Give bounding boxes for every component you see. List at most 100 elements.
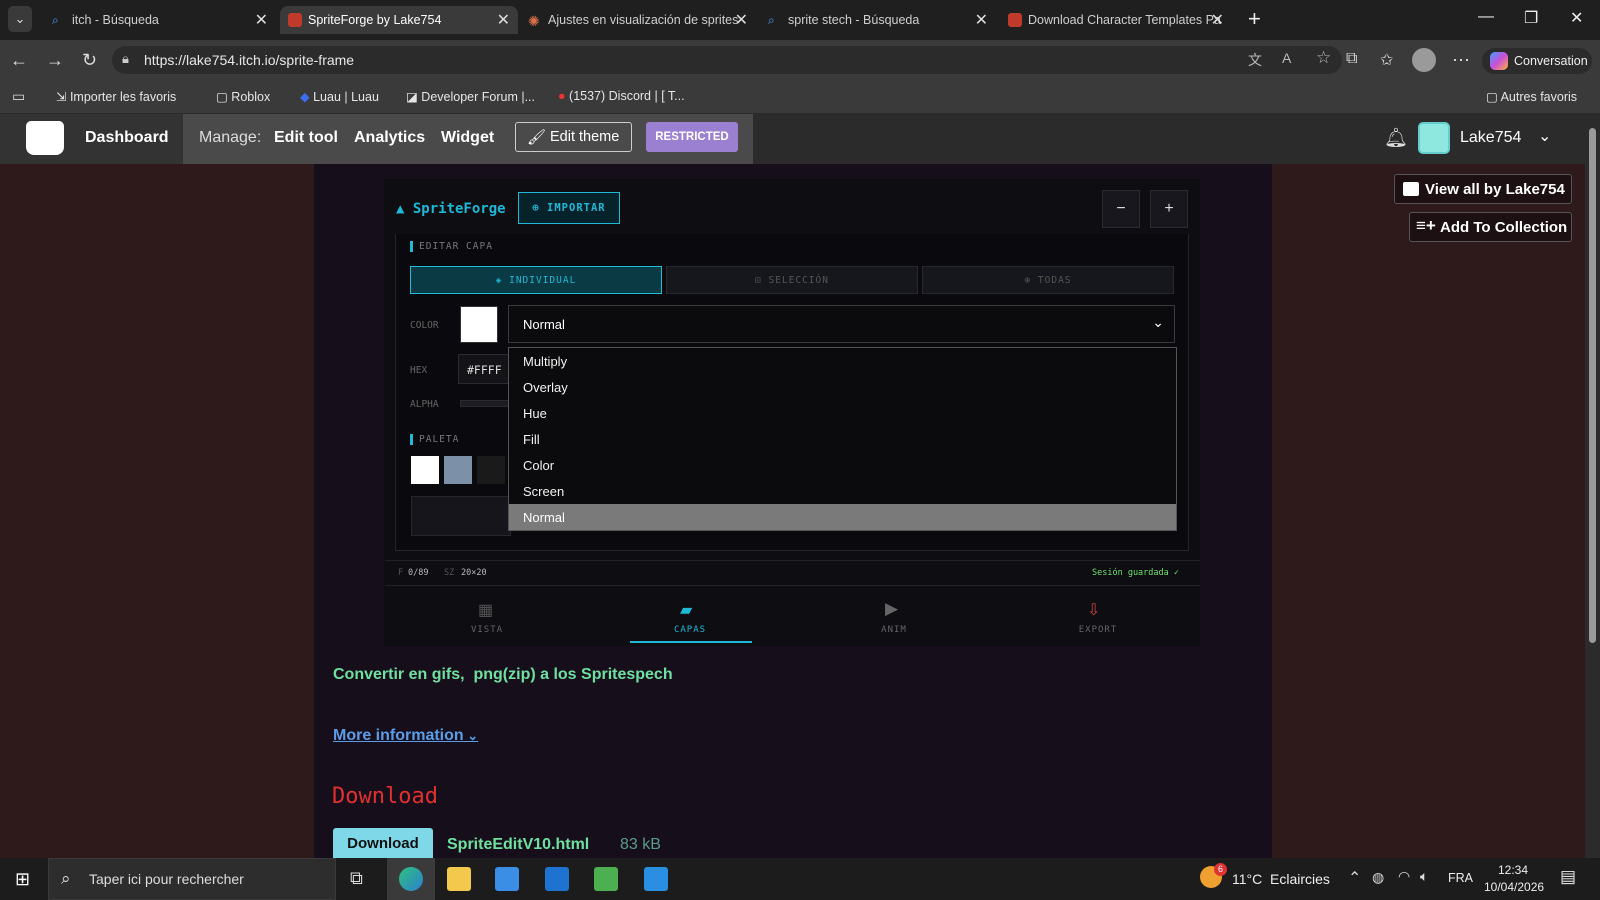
new-tab-plus-icon[interactable]: +	[1248, 6, 1261, 32]
tab-vista[interactable]: VISTA	[437, 625, 537, 635]
hex-input[interactable]: #FFFF	[458, 354, 510, 384]
url-field[interactable]: 🔒︎ https://lake754.itch.io/sprite-frame …	[112, 46, 1342, 74]
tab-view-icon[interactable]: ▭	[12, 88, 25, 105]
palette-action-button[interactable]	[411, 496, 511, 536]
minecraft-icon[interactable]	[594, 867, 618, 891]
notification-center-icon[interactable]: ▤	[1560, 867, 1576, 887]
more-menu-icon[interactable]: ⋯	[1452, 50, 1470, 71]
close-tab-icon[interactable]: ✕	[1211, 10, 1224, 30]
tab-export[interactable]: EXPORT	[1048, 625, 1148, 635]
tab-capas[interactable]: CAPAS	[640, 625, 740, 635]
url-text: https://lake754.itch.io/sprite-frame	[144, 52, 355, 68]
copilot-conversation-button[interactable]: Conversation	[1482, 48, 1592, 74]
itch-logo-icon[interactable]	[26, 121, 64, 155]
view-all-button[interactable]: View all by Lake754	[1394, 174, 1572, 204]
bookmark-devforum[interactable]: ◪ Developer Forum |...	[406, 89, 535, 104]
itch-dashboard-bar: Dashboard Manage: Edit tool Analytics Wi…	[0, 114, 1600, 164]
restore-icon[interactable]: ❐	[1524, 8, 1538, 28]
close-window-icon[interactable]: ✕	[1570, 8, 1583, 28]
close-tab-icon[interactable]: ✕	[497, 10, 510, 30]
bookmark-other-favorites[interactable]: ▢ Autres favoris	[1486, 89, 1577, 104]
file-explorer-icon[interactable]	[447, 867, 471, 891]
blend-mode-select[interactable]: Normal ⌄	[508, 305, 1175, 343]
more-information-link[interactable]: More information ⌄	[333, 727, 478, 745]
edit-layer-heading: EDITAR CAPA	[419, 241, 493, 252]
notifications-bell-icon[interactable]: 🔔︎	[1384, 126, 1408, 150]
tray-chevron-up-icon[interactable]: ⌃	[1348, 868, 1361, 888]
vscode-icon[interactable]	[644, 867, 668, 891]
blend-option-fill[interactable]: Fill	[509, 426, 1176, 452]
clock-date[interactable]: 10/04/2026	[1484, 880, 1544, 894]
lock-icon: 🔒︎	[122, 51, 129, 66]
blend-option-hue[interactable]: Hue	[509, 400, 1176, 426]
palette-swatch[interactable]	[477, 456, 505, 484]
user-menu-chevron-icon[interactable]: ⌄	[1538, 126, 1551, 146]
import-button[interactable]: ⊕ IMPORTAR	[518, 192, 620, 224]
forward-arrow-icon[interactable]: →	[46, 50, 64, 71]
edit-theme-button[interactable]: 🖌︎ Edit theme	[515, 122, 632, 152]
widget-link[interactable]: Widget	[441, 129, 494, 147]
weather-text[interactable]: 11°C Eclaircies	[1232, 871, 1330, 887]
page-scrollbar[interactable]	[1585, 114, 1600, 858]
taskbar-search[interactable]: ⌕ Taper ici pour rechercher	[48, 858, 336, 900]
back-arrow-icon[interactable]: ←	[10, 50, 28, 71]
username-link[interactable]: Lake754	[1460, 129, 1521, 147]
meet-now-icon[interactable]: ◍	[1372, 869, 1384, 886]
bookmark-roblox[interactable]: ▢ Roblox	[216, 89, 270, 104]
read-aloud-icon[interactable]: A	[1282, 50, 1291, 66]
refresh-icon[interactable]: ↻	[82, 50, 97, 71]
bookmark-luau[interactable]: ◆ Luau | Luau	[300, 89, 379, 104]
edit-tool-link[interactable]: Edit tool	[274, 129, 338, 147]
scrollbar-thumb[interactable]	[1589, 128, 1596, 643]
bookmark-import[interactable]: ⇲ Importer les favoris	[56, 89, 176, 104]
mode-selection-tab[interactable]: ⊡ SELECCIÓN	[666, 266, 918, 294]
tab-ajustes[interactable]: ✺ Ajustes en visualización de sprites ✕	[520, 6, 756, 34]
favorite-star-icon[interactable]: ☆	[1316, 48, 1331, 68]
tab-actions-chevron-icon[interactable]: ⌄	[8, 6, 32, 32]
minimize-icon[interactable]: —	[1478, 8, 1494, 26]
volume-icon[interactable]: 🔈︎	[1420, 868, 1428, 885]
tab-anim[interactable]: ANIM	[844, 625, 944, 635]
tab-itch-search[interactable]: ⌕ itch - Búsqueda ✕	[44, 6, 276, 34]
task-view-icon[interactable]: ⧉	[350, 868, 363, 889]
mode-all-tab[interactable]: ⊕ TODAS	[922, 266, 1174, 294]
blend-option-color[interactable]: Color	[509, 452, 1176, 478]
user-avatar[interactable]	[1418, 122, 1450, 154]
analytics-link[interactable]: Analytics	[354, 129, 425, 147]
profile-avatar-icon[interactable]	[1412, 48, 1436, 72]
translate-icon[interactable]: 文	[1248, 50, 1262, 70]
blend-option-multiply[interactable]: Multiply	[509, 348, 1176, 374]
windows-taskbar: ⊞ ⌕ Taper ici pour rechercher ⧉ 6 11°C E…	[0, 858, 1600, 900]
clock-time[interactable]: 12:34	[1498, 863, 1528, 877]
outlook-icon[interactable]	[545, 867, 569, 891]
palette-swatch[interactable]	[411, 456, 439, 484]
add-to-collection-button[interactable]: ≡+ Add To Collection	[1409, 212, 1572, 242]
itch-favicon-icon	[288, 13, 302, 27]
tab-character-templates[interactable]: Download Character Templates Pa ✕	[1000, 6, 1232, 34]
dashboard-link[interactable]: Dashboard	[85, 129, 169, 147]
tab-sprite-stech[interactable]: ⌕ sprite stech - Búsqueda ✕	[760, 6, 996, 34]
zoom-out-button[interactable]: −	[1102, 190, 1140, 228]
blend-option-normal[interactable]: Normal	[509, 504, 1176, 530]
favorites-icon[interactable]: ✩	[1380, 50, 1393, 70]
blend-option-screen[interactable]: Screen	[509, 478, 1176, 504]
mode-individual-tab[interactable]: ◈ INDIVIDUAL	[410, 266, 662, 294]
blend-option-overlay[interactable]: Overlay	[509, 374, 1176, 400]
language-indicator[interactable]: FRA	[1448, 871, 1473, 885]
store-icon[interactable]	[495, 867, 519, 891]
close-tab-icon[interactable]: ✕	[735, 10, 748, 30]
palette-swatch[interactable]	[444, 456, 472, 484]
itch-favicon-icon	[1008, 13, 1022, 27]
edge-taskbar-icon[interactable]	[399, 867, 423, 891]
download-button[interactable]: Download	[333, 828, 433, 858]
zoom-in-button[interactable]: +	[1150, 190, 1188, 228]
extensions-icon[interactable]: ⧉	[1346, 50, 1357, 68]
tab-spriteforge[interactable]: SpriteForge by Lake754 ✕	[280, 6, 518, 34]
bookmark-discord[interactable]: ● (1537) Discord | [ T...	[558, 89, 685, 103]
windows-start-icon[interactable]: ⊞	[15, 869, 30, 890]
wifi-icon[interactable]: ◠	[1398, 868, 1410, 885]
alpha-slider[interactable]	[460, 400, 510, 407]
close-tab-icon[interactable]: ✕	[975, 10, 988, 30]
close-tab-icon[interactable]: ✕	[255, 10, 268, 30]
color-swatch-button[interactable]	[460, 306, 498, 343]
